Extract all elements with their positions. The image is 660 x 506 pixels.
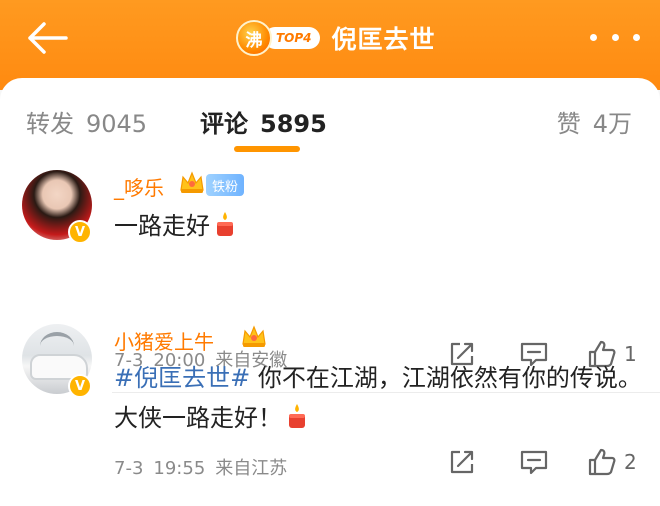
- active-tab-indicator: [234, 146, 300, 152]
- comment-meta: 7-3 19:55 来自江苏: [114, 454, 297, 480]
- tab-repost[interactable]: 转发 9045: [26, 104, 147, 139]
- comment-text: 一路走好: [114, 206, 236, 246]
- more-dots-icon: [611, 33, 619, 41]
- tab-repost-label: 转发: [26, 110, 74, 138]
- tab-comments-label: 评论: [200, 110, 248, 138]
- hashtag-link[interactable]: #倪匡去世#: [114, 364, 250, 392]
- tab-comments-count: 5895: [260, 110, 327, 138]
- more-dots-icon: [633, 33, 640, 41]
- top-header: 沸 TOP4 倪匡去世: [0, 0, 660, 90]
- reply-button[interactable]: [518, 446, 550, 478]
- verified-v-icon: V: [68, 220, 92, 244]
- comment-time: 19:55: [153, 458, 206, 479]
- comment-username[interactable]: _哆乐: [114, 172, 164, 201]
- tab-likes-label: 赞: [556, 110, 581, 138]
- tab-comments[interactable]: 评论 5895: [200, 104, 327, 139]
- tab-likes[interactable]: 赞 4万: [557, 104, 632, 139]
- comment-username[interactable]: 小猪爱上牛: [114, 326, 214, 355]
- comment-text: #倪匡去世# 你不在江湖，江湖依然有你的传说。大侠一路走好！: [114, 358, 644, 438]
- comments-card: 转发 9045 评论 5895 赞 4万 V _哆乐 铁粉 一路走好 7-3 20:00…: [0, 78, 660, 506]
- like-count: 2: [624, 450, 637, 474]
- hot-badge-icon: 沸: [236, 20, 272, 56]
- thumbs-up-icon: [588, 448, 616, 476]
- like-button[interactable]: [586, 446, 618, 478]
- comment-date: 7-3: [114, 458, 144, 479]
- back-button[interactable]: [22, 18, 72, 58]
- share-button[interactable]: [446, 446, 478, 478]
- comment-icon: [520, 450, 548, 475]
- comment-actions: 2: [446, 446, 646, 480]
- back-arrow-icon: [28, 22, 68, 54]
- candle-icon: [286, 401, 308, 428]
- tab-likes-count: 4万: [592, 110, 632, 138]
- page-title: 倪匡去世: [331, 25, 436, 54]
- topic-title-group[interactable]: 沸 TOP4 倪匡去世: [236, 18, 436, 58]
- tab-repost-count: 9045: [86, 110, 148, 138]
- comment-location: 来自江苏: [215, 458, 288, 479]
- tab-bar: 转发 9045 评论 5895 赞 4万: [0, 78, 660, 160]
- fan-badge: 铁粉: [206, 174, 245, 196]
- more-dots-icon: [590, 33, 597, 41]
- more-button[interactable]: [590, 22, 640, 52]
- crown-icon: [178, 168, 206, 196]
- verified-v-icon: V: [68, 374, 92, 398]
- candle-icon: [214, 209, 236, 236]
- rank-badge: TOP4: [264, 27, 320, 49]
- comment-body: 一路走好: [114, 212, 210, 240]
- crown-icon: [240, 322, 268, 350]
- share-icon: [450, 450, 474, 474]
